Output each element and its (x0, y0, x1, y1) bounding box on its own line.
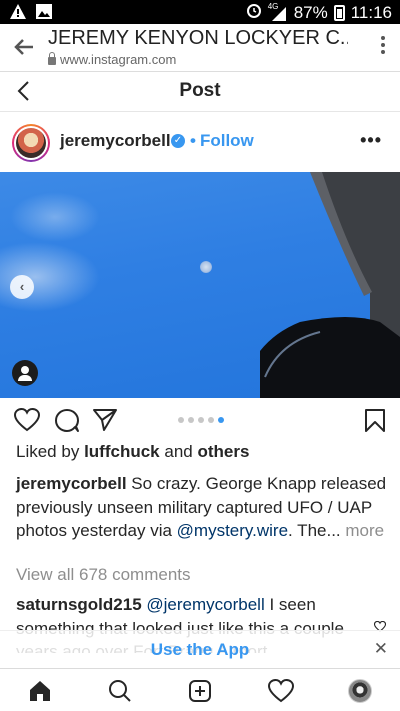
more-link[interactable]: more (345, 521, 384, 540)
back-arrow-icon[interactable] (10, 34, 38, 62)
lock-icon (48, 52, 56, 65)
use-the-app-button[interactable]: Use the App (0, 640, 400, 660)
clock: 11:16 (350, 2, 392, 22)
profile-avatar[interactable] (348, 679, 372, 703)
new-post-icon[interactable] (188, 679, 212, 708)
image-icon (36, 4, 52, 24)
author-username[interactable]: jeremycorbell (60, 131, 171, 151)
comment-mention-link[interactable]: @jeremycorbell (146, 595, 264, 614)
post-author-row: jeremycorbell ✓ • Follow ••• (0, 112, 400, 172)
status-bar: 4G 87% 11:16 (0, 0, 400, 24)
like-heart-icon[interactable] (13, 407, 41, 437)
ufo-object (200, 261, 212, 273)
post-caption: jeremycorbell So crazy. George Knapp rel… (16, 472, 388, 543)
verified-badge-icon: ✓ (171, 134, 185, 148)
browser-toolbar: JEREMY KENYON LOCKYER C... www.instagram… (0, 24, 400, 72)
warning-icon (10, 4, 26, 24)
post-image[interactable] (0, 172, 400, 398)
page-title: Post (179, 80, 221, 101)
overflow-menu-icon[interactable] (380, 36, 386, 54)
post-header: Post (0, 72, 400, 112)
view-all-comments-link[interactable]: View all 678 comments (16, 565, 191, 585)
url-text: www.instagram.com (60, 52, 177, 67)
liked-by-user[interactable]: luffchuck (84, 442, 160, 461)
carousel-indicator (178, 417, 224, 423)
caption-username[interactable]: jeremycorbell (16, 474, 127, 493)
use-the-app-banner: Use the App ✕ (0, 630, 400, 668)
close-icon[interactable]: ✕ (374, 639, 388, 659)
search-icon[interactable] (108, 679, 132, 708)
post-actions (0, 398, 400, 444)
caption-mention-link[interactable]: @mystery.wire (177, 521, 288, 540)
comment-username[interactable]: saturnsgold215 (16, 595, 142, 614)
more-options-icon[interactable]: ••• (360, 130, 382, 151)
likes-others-link[interactable]: others (197, 442, 249, 461)
browser-url[interactable]: www.instagram.com (48, 52, 176, 67)
signal-icon: 4G (268, 2, 288, 21)
browser-page-title[interactable]: JEREMY KENYON LOCKYER C... (48, 27, 348, 50)
tagged-users-icon[interactable] (12, 360, 38, 386)
battery-icon (333, 4, 345, 21)
avatar[interactable] (12, 124, 50, 162)
home-icon[interactable] (28, 679, 52, 708)
caption-text-end: . The... (288, 521, 341, 540)
aircraft-window-frame (260, 172, 400, 398)
previous-image-button[interactable]: ‹ (10, 275, 34, 299)
alarm-icon (246, 2, 262, 23)
liked-by-text: Liked by luffchuck and others (16, 442, 250, 461)
activity-heart-icon[interactable] (267, 678, 295, 708)
bookmark-icon[interactable] (364, 408, 386, 438)
share-send-icon[interactable] (92, 408, 118, 437)
follow-button[interactable]: • Follow (190, 131, 254, 151)
battery-percent: 87% (293, 2, 328, 22)
bottom-navigation (0, 668, 400, 711)
comment-bubble-icon[interactable] (54, 408, 80, 438)
